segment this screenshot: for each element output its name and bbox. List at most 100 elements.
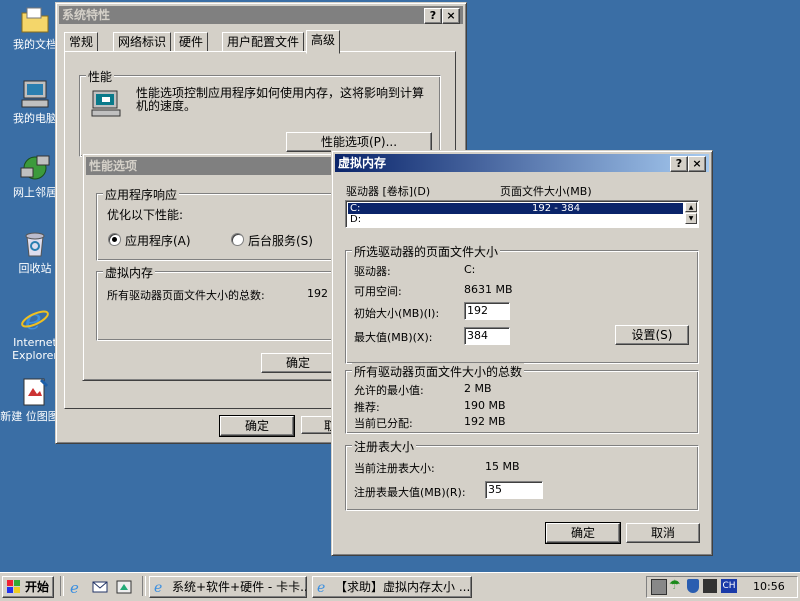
taskbar-task[interactable]: e 系统+软件+硬件 - 卡卡... [149, 576, 307, 598]
radio-background-services-label[interactable]: 后台服务(S) [248, 232, 313, 249]
drive-column-header: 驱动器 [卷标](D) [346, 185, 431, 198]
umbrella-tray-icon[interactable]: ☂ [669, 578, 681, 593]
tab-network-id[interactable]: 网络标识 [113, 32, 172, 52]
allocated-value: 192 MB [464, 415, 506, 428]
ok-button[interactable]: 确定 [219, 415, 295, 437]
virtual-memory-titlebar[interactable]: 虚拟内存 ? × [335, 154, 709, 172]
shield-tray-icon[interactable] [687, 579, 699, 593]
recommended-label: 推荐: [354, 401, 380, 414]
drive-label: 驱动器: [354, 265, 391, 278]
set-button[interactable]: 设置(S) [615, 325, 689, 345]
network-icon [19, 152, 51, 184]
recycle-bin-icon [19, 228, 51, 260]
registry-max-input[interactable]: 35 [485, 481, 543, 499]
radio-applications-label[interactable]: 应用程序(A) [125, 232, 191, 249]
app-response-group: 应用程序响应 [96, 186, 358, 261]
min-allowed-value: 2 MB [464, 382, 492, 395]
browser-icon: e [153, 579, 168, 596]
group-legend: 所有驱动器页面文件大小的总数 [352, 363, 525, 380]
taskbar-task[interactable]: e 【求助】虚拟内存太小 ... [312, 576, 472, 598]
group-legend: 虚拟内存 [103, 264, 156, 281]
windows-logo-icon [6, 579, 21, 594]
drive-letter: C: [350, 203, 361, 214]
performance-icon [90, 87, 122, 119]
computer-icon [19, 78, 51, 110]
drive-list-item-selected[interactable]: C: 192 - 384 [348, 203, 683, 214]
performance-options-button[interactable]: 性能选项(P)... [286, 132, 432, 152]
start-label: 开始 [25, 580, 50, 594]
performance-description: 性能选项控制应用程序如何使用内存，这将影响到计算机的速度。 [136, 86, 425, 113]
free-space-value: 8631 MB [464, 283, 513, 296]
start-button[interactable]: 开始 [2, 576, 54, 598]
group-legend: 所选驱动器的页面文件大小 [352, 243, 501, 260]
allocated-label: 当前已分配: [354, 417, 413, 430]
internet-explorer-icon: e [19, 302, 51, 336]
browser-icon: e [316, 579, 331, 596]
close-button[interactable]: × [442, 8, 460, 24]
optimize-label: 优化以下性能: [107, 208, 184, 222]
group-legend: 注册表大小 [352, 438, 417, 455]
tab-hardware[interactable]: 硬件 [174, 32, 209, 52]
clock[interactable]: 10:56 [753, 580, 785, 593]
cancel-button[interactable]: 取消 [626, 523, 700, 543]
registry-current-label: 当前注册表大小: [354, 462, 435, 475]
virtual-memory-window: 虚拟内存 ? × 驱动器 [卷标](D) 页面文件大小(MB) C: 192 -… [331, 150, 713, 556]
task-label: 系统+软件+硬件 - 卡卡... [172, 580, 307, 594]
min-allowed-label: 允许的最小值: [354, 384, 424, 397]
registry-size-group: 注册表大小 [345, 438, 699, 511]
radio-background-services[interactable] [231, 233, 244, 246]
drive-list-scrollbar[interactable]: ▲ ▼ [685, 202, 697, 224]
initial-size-label: 初始大小(MB)(I): [354, 307, 440, 320]
drive-value: C: [464, 263, 476, 276]
initial-size-input[interactable]: 192 [464, 302, 510, 320]
drive-pagefile-size: 192 - 384 [532, 203, 581, 214]
tab-user-profiles[interactable]: 用户配置文件 [222, 32, 305, 52]
bitmap-icon [19, 376, 51, 408]
registry-max-label: 注册表最大值(MB)(R): [354, 486, 466, 499]
folder-icon [19, 4, 51, 36]
svg-text:e: e [70, 579, 79, 595]
ok-button[interactable]: 确定 [261, 353, 335, 373]
quicklaunch-desktop-icon[interactable] [116, 579, 132, 595]
group-legend: 性能 [86, 68, 115, 85]
group-legend: 应用程序响应 [103, 186, 180, 203]
radio-applications[interactable] [108, 233, 121, 246]
vm-total-value: 192 [307, 287, 328, 300]
system-tray: ☂ CH 10:56 [646, 576, 798, 598]
pagefile-column-header: 页面文件大小(MB) [500, 185, 592, 198]
drive-list[interactable]: C: 192 - 384 D: ▲ ▼ [345, 200, 699, 228]
network-tray-icon[interactable] [651, 579, 667, 595]
scroll-down-icon[interactable]: ▼ [685, 213, 697, 224]
drive-letter: D: [350, 214, 362, 225]
vm-total-label: 所有驱动器页面文件大小的总数: [107, 289, 265, 302]
recommended-value: 190 MB [464, 399, 506, 412]
performance-options-window: 性能选项 应用程序响应 优化以下性能: 应用程序(A) 后台服务(S) 虚拟内存… [82, 153, 358, 381]
taskbar: 开始 e e 系统+软件+硬件 - 卡卡... e 【求助】虚拟内存太小 ...… [0, 572, 800, 601]
scroll-up-icon[interactable]: ▲ [685, 202, 697, 212]
performance-options-titlebar[interactable]: 性能选项 [86, 157, 342, 175]
close-button[interactable]: × [688, 156, 706, 172]
language-indicator[interactable]: CH [721, 579, 737, 593]
drive-list-item[interactable]: D: [348, 214, 683, 225]
max-size-input[interactable]: 384 [464, 327, 510, 345]
svg-text:e: e [317, 580, 325, 594]
taskbar-separator [60, 576, 64, 596]
window-title: 虚拟内存 [338, 156, 387, 170]
system-properties-titlebar[interactable]: 系统特性 ? × [59, 6, 463, 24]
tab-general[interactable]: 常规 [64, 32, 99, 52]
tab-advanced[interactable]: 高级 [306, 30, 341, 54]
quicklaunch-ie-icon[interactable]: e [68, 579, 84, 597]
volume-tray-icon[interactable] [703, 579, 717, 593]
virtual-memory-group: 虚拟内存 [96, 264, 358, 341]
window-title: 性能选项 [89, 159, 138, 173]
registry-current-value: 15 MB [485, 460, 520, 473]
free-space-label: 可用空间: [354, 285, 402, 298]
taskbar-separator [142, 576, 146, 596]
svg-text:e: e [154, 580, 162, 594]
help-button[interactable]: ? [424, 8, 442, 24]
help-button[interactable]: ? [670, 156, 688, 172]
window-title: 系统特性 [62, 8, 111, 22]
max-size-label: 最大值(MB)(X): [354, 331, 433, 344]
ok-button[interactable]: 确定 [545, 522, 621, 544]
quicklaunch-outlook-icon[interactable] [92, 579, 108, 595]
